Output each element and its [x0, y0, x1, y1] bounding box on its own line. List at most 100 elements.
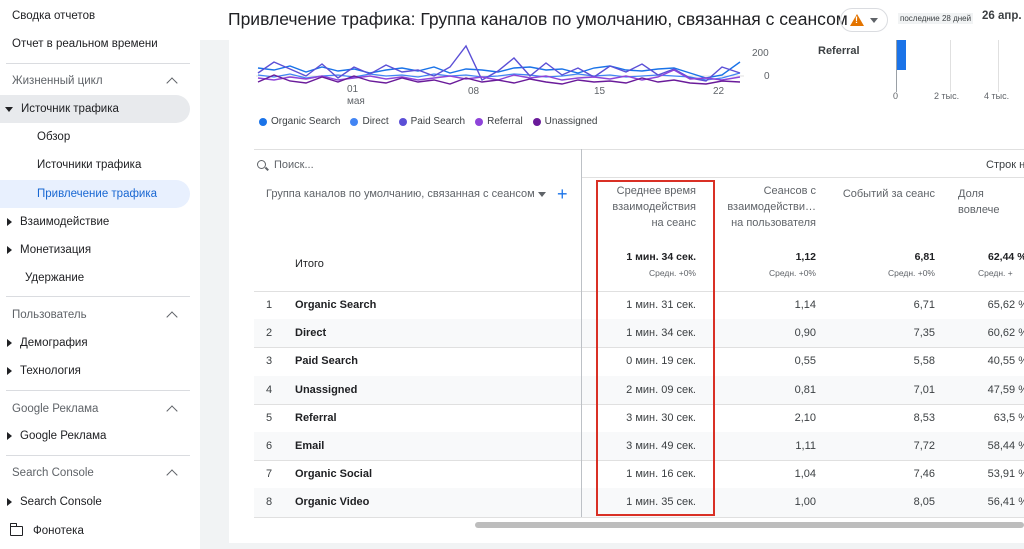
channel-name[interactable]: Referral	[295, 412, 337, 424]
metric-cell: 58,44 %	[987, 440, 1024, 452]
metric-cell: 7,46	[913, 468, 935, 481]
metric-cell: 1,11	[795, 440, 816, 452]
page-title: Привлечение трафика: Группа каналов по у…	[228, 9, 848, 29]
sidebar-item-demographics[interactable]: Демография	[0, 329, 190, 357]
column-header-engagement-rate[interactable]: Доля вовлече	[958, 186, 1024, 218]
bar-axis-tick: 0	[893, 91, 899, 101]
metric-cell: 63,5 %	[993, 411, 1024, 424]
bar	[896, 40, 906, 70]
legend-item[interactable]: Paid Search	[398, 116, 465, 127]
sidebar-item-overview[interactable]: Обзор	[0, 123, 190, 151]
report-header: Привлечение трафика: Группа каналов по у…	[200, 0, 1024, 40]
channel-name[interactable]: Organic Search	[295, 299, 376, 311]
x-tick: 01	[347, 84, 359, 95]
total-sub: Средн. +	[978, 268, 1013, 278]
caret-down-icon	[870, 17, 878, 23]
metric-cell: 60,62 %	[987, 327, 1024, 340]
sidebar-item-library[interactable]: Фонотека	[0, 517, 190, 545]
row-index: 7	[266, 468, 273, 481]
row-index: 3	[266, 355, 273, 368]
divider	[254, 516, 1024, 518]
legend-dot	[532, 117, 541, 126]
channel-name[interactable]: Organic Video	[295, 496, 369, 508]
total-value: 1,12	[795, 251, 816, 263]
channel-name[interactable]: Organic Social	[295, 468, 372, 480]
legend-dot	[475, 117, 484, 126]
highlight-box	[596, 180, 715, 516]
search-input[interactable]: Поиск...	[274, 159, 314, 171]
sidebar-item-retention[interactable]: Удержание	[0, 264, 190, 292]
section-lifecycle[interactable]: Жизненный цикл	[0, 67, 190, 95]
total-sub: Средн. +0%	[887, 268, 935, 278]
caret-right-icon	[7, 246, 12, 254]
bar-axis-tick: 2 тыс.	[934, 91, 960, 101]
divider	[254, 149, 1024, 150]
warning-icon	[850, 14, 864, 26]
channel-name[interactable]: Unassigned	[295, 384, 357, 396]
legend-item[interactable]: Organic Search	[259, 116, 340, 127]
chevron-up-icon	[166, 405, 178, 417]
caret-right-icon	[7, 498, 12, 506]
section-user[interactable]: Пользователь	[0, 301, 190, 329]
caret-right-icon	[7, 367, 12, 375]
chevron-up-icon	[166, 77, 178, 89]
section-search-console[interactable]: Search Console	[0, 459, 190, 487]
sidebar-item-realtime[interactable]: Отчет в реальном времени	[0, 30, 190, 58]
channel-name[interactable]: Paid Search	[295, 355, 358, 367]
y-tick: 0	[764, 71, 770, 82]
bar-label: Referral	[818, 45, 860, 57]
date-range-picker[interactable]: 26 апр. -	[982, 10, 1024, 22]
caret-right-icon	[7, 218, 12, 226]
dimension-selector[interactable]: Группа каналов по умолчанию, связанная с…	[266, 188, 546, 200]
total-label: Итого	[295, 258, 324, 270]
sidebar-item-technology[interactable]: Технология	[0, 357, 190, 385]
row-index: 5	[266, 411, 273, 424]
chevron-up-icon	[166, 469, 178, 481]
warning-menu-button[interactable]	[840, 8, 888, 32]
sidebar-item-engagement[interactable]: Взаимодействие	[0, 208, 190, 236]
sidebar-item-traffic-source[interactable]: Источник трафика	[0, 95, 190, 123]
metric-cell: 5,58	[913, 355, 935, 368]
sidebar-item-search-console[interactable]: Search Console	[0, 488, 190, 516]
axis-line	[896, 40, 897, 92]
metric-cell: 65,62 %	[987, 299, 1024, 311]
row-index: 6	[266, 440, 273, 452]
column-header-events-per-session[interactable]: Событий за сеанс	[834, 186, 935, 202]
grid-line	[950, 40, 951, 92]
metric-cell: 0,90	[794, 327, 816, 340]
legend-dot	[259, 117, 267, 126]
frozen-column-divider	[581, 149, 582, 517]
metric-cell: 53,91 %	[987, 468, 1024, 481]
horizontal-scrollbar[interactable]	[475, 522, 1024, 528]
divider	[6, 296, 190, 297]
add-dimension-button[interactable]: +	[557, 185, 568, 203]
row-index: 8	[266, 496, 273, 509]
channel-name[interactable]: Email	[295, 440, 324, 452]
chevron-up-icon	[166, 311, 178, 323]
legend-dot	[398, 117, 407, 126]
sidebar-item-reports-snapshot[interactable]: Сводка отчетов	[0, 2, 190, 30]
metric-cell: 7,35	[913, 327, 935, 340]
sidebar-item-traffic-sources[interactable]: Источники трафика	[0, 151, 190, 179]
metric-cell: 8,05	[913, 496, 935, 509]
section-google-ads[interactable]: Google Реклама	[0, 395, 190, 423]
caret-down-icon	[5, 106, 13, 112]
metric-cell: 2,10	[794, 411, 816, 424]
sidebar-item-traffic-acquisition[interactable]: Привлечение трафика	[0, 180, 190, 208]
legend-item[interactable]: Direct	[350, 116, 389, 127]
total-value: 62,44 %	[988, 251, 1024, 263]
metric-cell: 40,55 %	[987, 355, 1024, 368]
date-range-label: последние 28 дней	[898, 13, 974, 24]
x-tick: 08	[468, 86, 480, 97]
legend-item[interactable]: Unassigned	[532, 116, 597, 127]
divider	[582, 177, 1024, 178]
bar-axis-tick: 4 тыс.	[984, 91, 1010, 101]
x-month: мая	[347, 96, 365, 107]
caret-right-icon	[7, 432, 12, 440]
legend-item[interactable]: Referral	[475, 116, 523, 127]
column-header-engaged-sessions[interactable]: Сеансов с взаимодействи… на пользователя	[722, 183, 816, 231]
sidebar-item-google-ads[interactable]: Google Реклама	[0, 422, 190, 450]
sidebar-item-monetization[interactable]: Монетизация	[0, 236, 190, 264]
channel-name[interactable]: Direct	[295, 327, 326, 339]
divider	[6, 455, 190, 456]
